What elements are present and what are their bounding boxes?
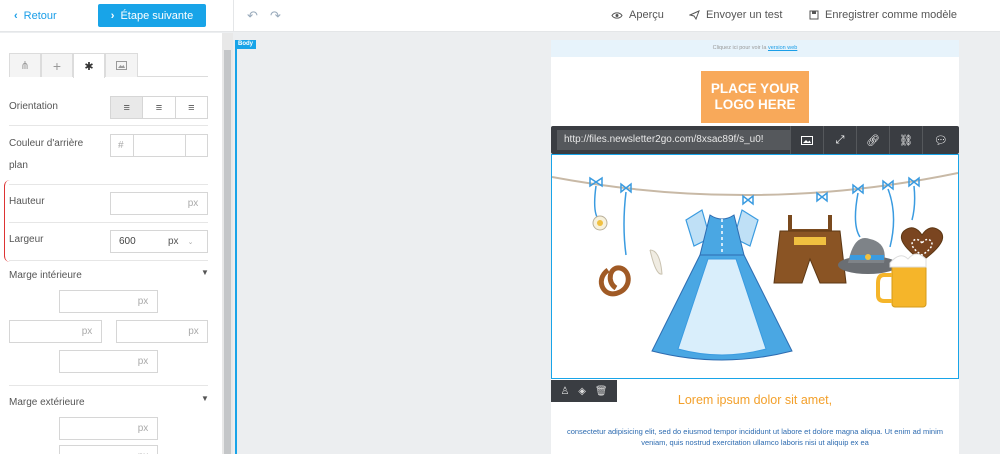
next-step-label: Étape suivante [120, 9, 194, 22]
padding-top-input[interactable] [59, 290, 130, 313]
orientation-selector: ≡ ≡ ≡ [110, 96, 208, 119]
preheader-text: Cliquez ici pour voir la [712, 45, 767, 51]
divider [9, 125, 208, 126]
save-template-label: Enregistrer comme modèle [825, 9, 958, 21]
content-paragraph[interactable]: consectetur adipisicing elit, sed do eiu… [562, 426, 948, 448]
preview-label: Aperçu [629, 9, 664, 21]
divider [9, 385, 208, 386]
body-outline [235, 40, 237, 454]
expand-icon: ⤢ [835, 133, 845, 146]
paper-plane-icon [689, 10, 700, 20]
replace-image-button[interactable] [790, 126, 823, 154]
selected-image-block[interactable] [551, 154, 959, 379]
comment-button[interactable]: 💬︎ [922, 126, 959, 154]
caret-down-icon[interactable]: ▼ [201, 394, 209, 403]
divider [9, 222, 208, 223]
chevron-right-icon: › [110, 9, 115, 22]
tab-image[interactable] [105, 53, 138, 77]
redo-icon[interactable]: ↷ [270, 8, 281, 24]
link-icon: 🔗︎ [866, 134, 880, 147]
padding-right-input[interactable] [116, 320, 181, 343]
gear-icon: ✱ [84, 60, 94, 73]
align-left-button[interactable]: ≡ [111, 97, 144, 118]
unlink-icon: ⛓︎ [899, 134, 913, 147]
comment-icon: 💬︎ [934, 134, 948, 147]
chevron-left-icon: ‹ [14, 10, 18, 22]
divider [9, 260, 208, 261]
bg-color-label: Couleur d'arrière plan [9, 138, 84, 171]
margin-left-unit: px [129, 445, 158, 454]
bg-color-hash: # [110, 134, 134, 157]
back-button-label: Retour [23, 10, 57, 22]
sitemap-icon: ⋔ [20, 60, 30, 72]
link-button[interactable]: 🔗︎ [856, 126, 889, 154]
divider [9, 184, 208, 185]
sidebar-scroll-thumb[interactable] [224, 50, 231, 454]
margin-label: Marge extérieure [9, 397, 85, 408]
logo-placeholder[interactable]: PLACE YOUR LOGO HERE [701, 71, 809, 123]
align-center-button[interactable]: ≡ [143, 97, 176, 118]
send-test-label: Envoyer un test [706, 9, 783, 21]
sidebar-tabs: ⋔ + ✱ [9, 53, 208, 78]
unlink-button[interactable]: ⛓︎ [889, 126, 922, 154]
align-left-icon: ≡ [123, 101, 130, 114]
margin-left-input[interactable] [59, 445, 130, 454]
bg-color-swatch[interactable] [186, 134, 208, 157]
padding-bottom-input[interactable] [59, 350, 130, 373]
web-version-link[interactable]: version web [768, 45, 797, 51]
send-test-button[interactable]: Envoyer un test [689, 9, 782, 21]
padding-left-input[interactable] [9, 320, 74, 343]
body-badge[interactable]: Body [235, 40, 256, 49]
resize-button[interactable]: ⤢ [823, 126, 856, 154]
chevron-down-icon: ⌄ [187, 238, 194, 246]
image-icon [116, 61, 127, 70]
margin-top-input[interactable] [59, 417, 130, 440]
padding-bottom-unit: px [129, 350, 158, 373]
oktoberfest-illustration [552, 172, 958, 361]
bg-color-input[interactable] [133, 134, 186, 157]
eye-icon [611, 11, 623, 19]
save-template-button[interactable]: Enregistrer comme modèle [809, 9, 957, 21]
padding-left-unit: px [73, 320, 102, 343]
width-input[interactable]: 600 [110, 230, 158, 253]
undo-icon[interactable]: ↶ [247, 8, 258, 24]
floppy-disk-icon [809, 10, 819, 20]
width-unit-value: px [168, 236, 179, 247]
align-right-icon: ≡ [188, 101, 195, 114]
padding-right-unit: px [180, 320, 208, 343]
back-button[interactable]: ‹ Retour [14, 6, 57, 26]
tab-settings[interactable]: ✱ [73, 53, 105, 78]
orientation-label: Orientation [9, 101, 58, 112]
preview-button[interactable]: Aperçu [611, 9, 664, 21]
padding-label: Marge intérieure [9, 270, 82, 281]
top-bar: ‹ Retour › Étape suivante ↶ ↷ Aperçu Env… [0, 0, 1000, 32]
annotation-mark [4, 180, 10, 262]
image-icon [801, 135, 813, 145]
content-heading[interactable]: Lorem ipsum dolor sit amet, [551, 393, 959, 407]
image-url-field[interactable]: http://files.newsletter2go.com/8xsac89f/… [557, 130, 790, 150]
tab-structure[interactable]: ⋔ [9, 53, 41, 77]
height-label: Hauteur [9, 196, 45, 207]
padding-top-unit: px [129, 290, 158, 313]
margin-top-unit: px [129, 417, 158, 440]
width-unit-select[interactable]: px ⌄ [157, 230, 208, 253]
preheader[interactable]: Cliquez ici pour voir la version web [551, 40, 959, 57]
plus-icon: + [52, 57, 62, 74]
height-input[interactable] [110, 192, 180, 215]
settings-sidebar: ⋔ + ✱ Orientation ≡ ≡ ≡ Couleur d'arrièr… [0, 33, 222, 454]
tab-add[interactable]: + [41, 53, 73, 77]
align-right-button[interactable]: ≡ [176, 97, 207, 118]
caret-down-icon[interactable]: ▼ [201, 268, 209, 277]
align-center-icon: ≡ [155, 101, 163, 114]
height-unit: px [179, 192, 208, 215]
width-label: Largeur [9, 234, 44, 245]
next-step-button[interactable]: › Étape suivante [98, 4, 206, 27]
